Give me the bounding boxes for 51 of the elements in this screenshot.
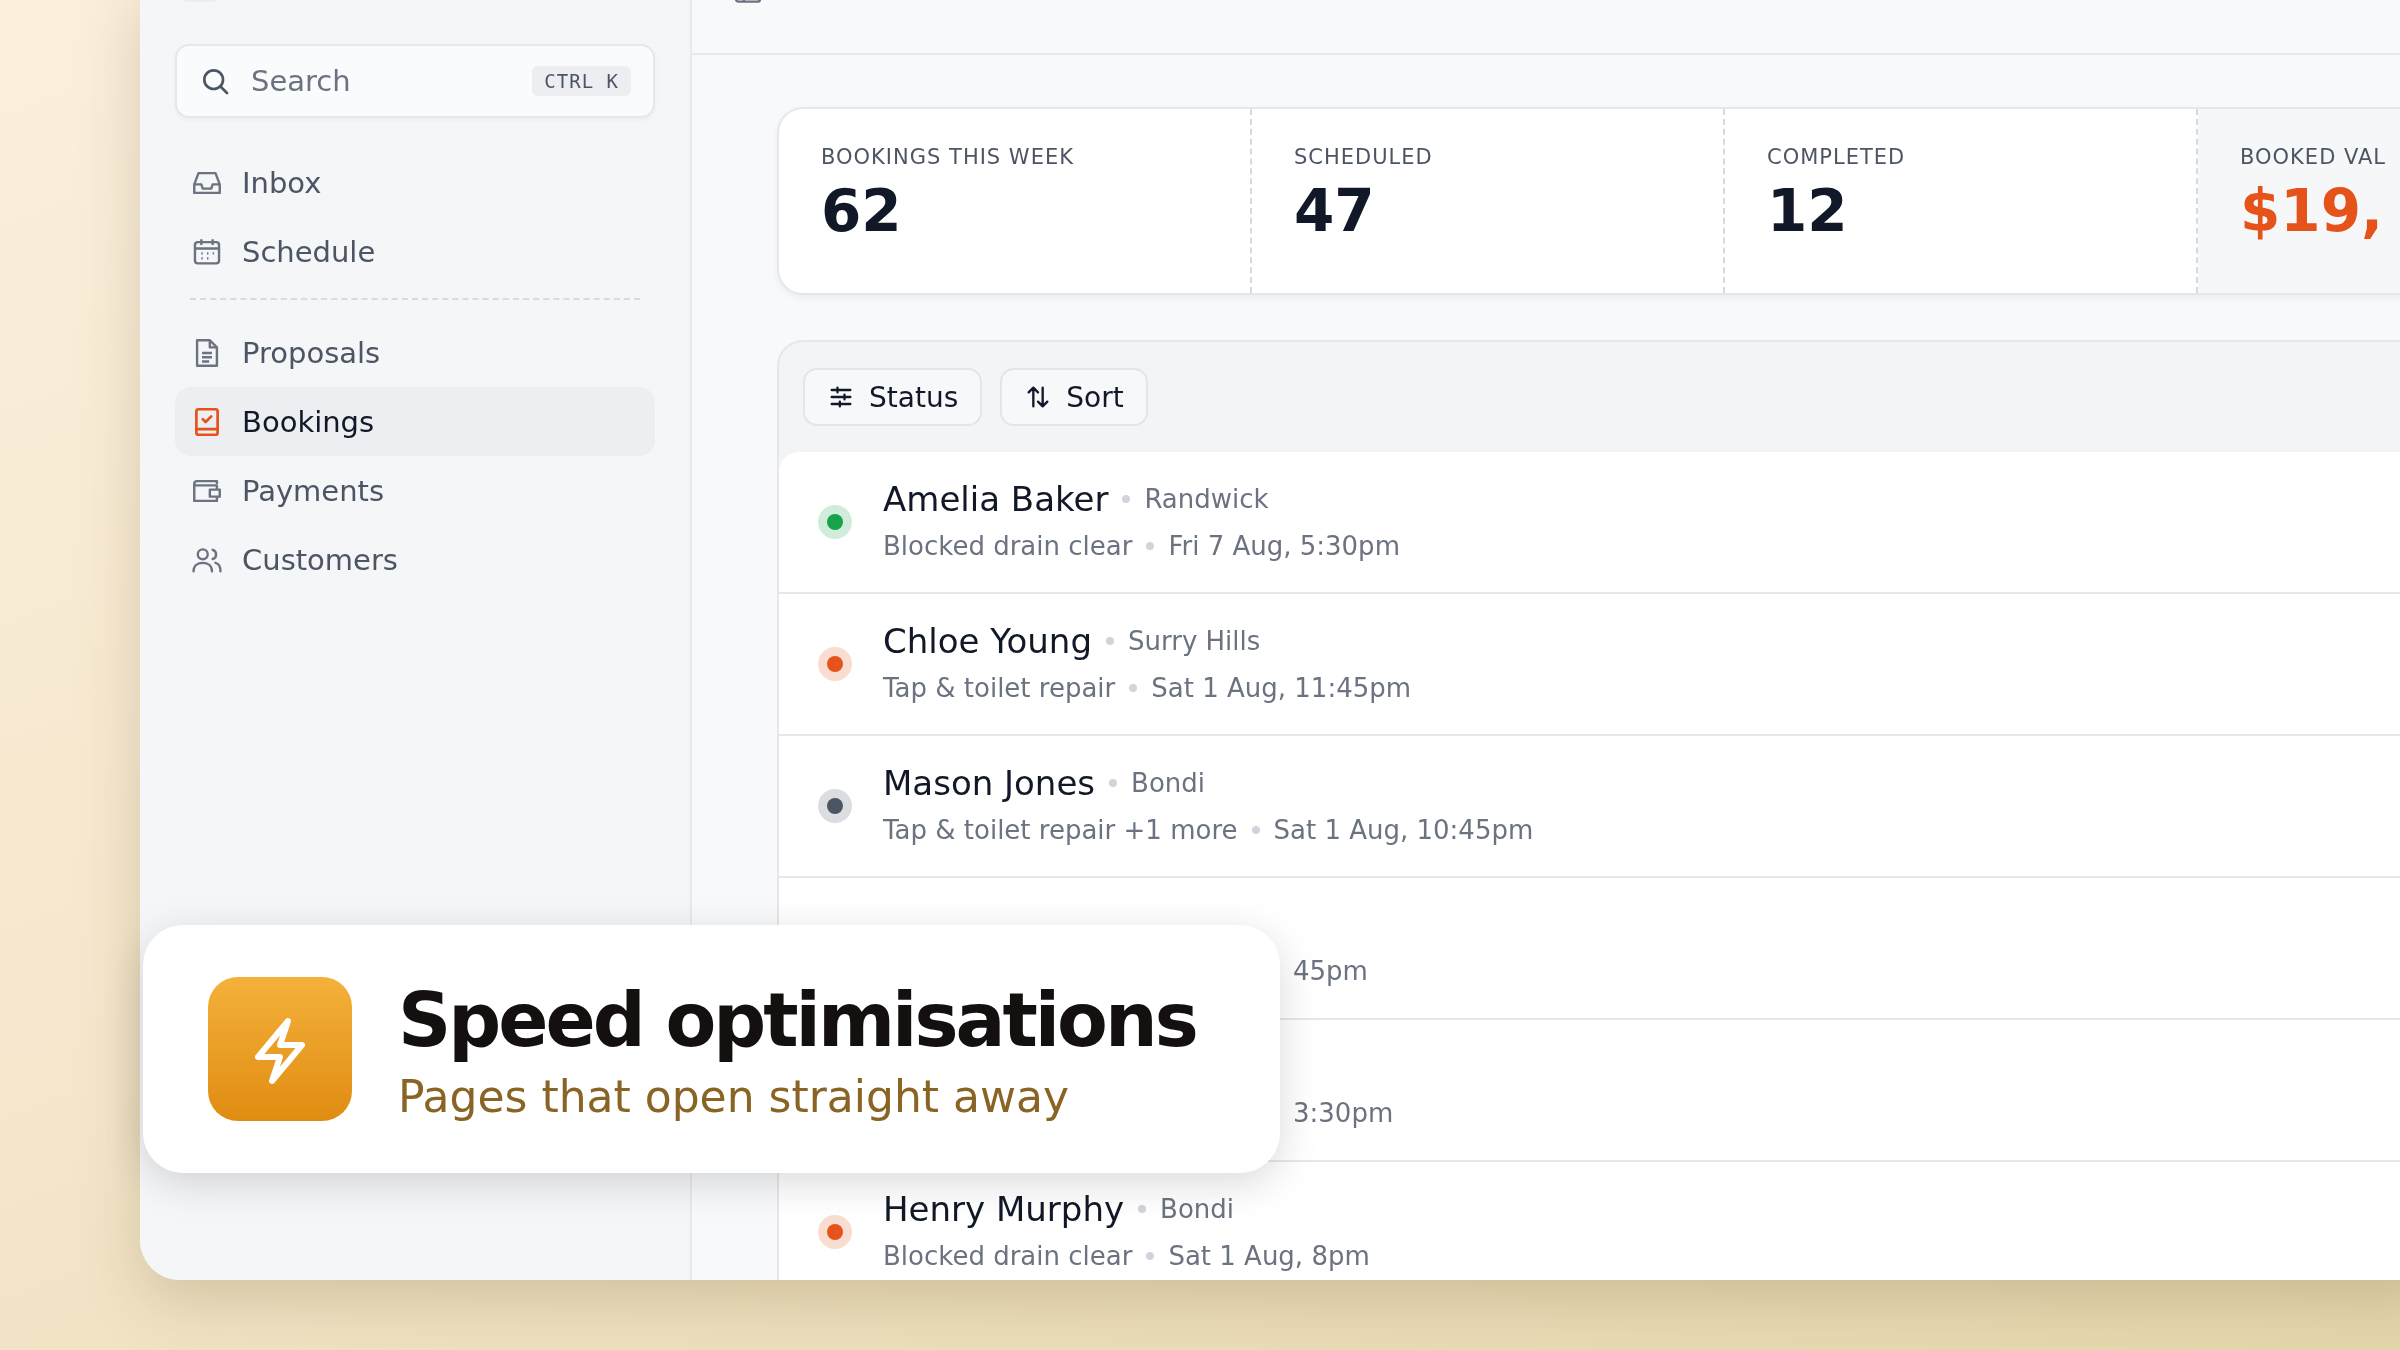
service-text: Blocked drain clear	[883, 531, 1133, 561]
nav-item[interactable]: Schedule	[175, 217, 655, 286]
separator-dot	[1122, 495, 1131, 503]
location-text: Randwick	[1144, 484, 1269, 514]
separator-dot	[1109, 779, 1118, 787]
separator-dot	[1129, 684, 1138, 692]
service-text: Blocked drain clear	[883, 1241, 1133, 1271]
location-text: Bondi	[1160, 1194, 1234, 1224]
time-text: 45pm	[1293, 956, 1368, 986]
nav-item[interactable]: Payments	[175, 456, 655, 525]
stat-value: $19,	[2240, 177, 2385, 245]
promo-title: Speed optimisations	[398, 976, 1196, 1063]
separator-dot	[1146, 542, 1155, 550]
time-text: Sat 1 Aug, 8pm	[1168, 1241, 1370, 1271]
stat-value: 12	[1767, 177, 1849, 245]
filter-button[interactable]: Status	[803, 368, 983, 426]
nav-item[interactable]: Inbox	[175, 148, 655, 217]
booking-row[interactable]: Amelia Baker Randwick Blocked drain clear Fri 7 Aug, 5:30pm	[779, 452, 2400, 594]
stat-label: COMPLETED	[1767, 145, 1907, 169]
customer-name: Amelia Baker	[883, 479, 1109, 519]
booking-row[interactable]: Chloe Young Surry Hills Tap & toilet repair Sat 1 Aug, 11:45pm	[779, 594, 2400, 736]
booking-row[interactable]: Mason Jones Bondi Tap & toilet repair +1 more Sat 1 Aug, 10:45pm	[779, 736, 2400, 878]
time-text: Fri 7 Aug, 5:30pm	[1168, 531, 1400, 561]
separator-dot	[1138, 1205, 1147, 1213]
location-text: Surry Hills	[1128, 626, 1261, 656]
time-text: Sat 1 Aug, 11:45pm	[1151, 673, 1412, 703]
shortcut-hint: CTRL K	[532, 66, 631, 96]
service-text: Tap & toilet repair	[883, 673, 1116, 703]
separator-dot	[1146, 1252, 1155, 1260]
customer-name: Chloe Young	[883, 621, 1092, 661]
stat-value: 47	[1294, 177, 1376, 245]
customer-name: Henry Murphy	[883, 1189, 1125, 1229]
location-text: Bondi	[1131, 768, 1205, 798]
separator-dot	[1251, 826, 1260, 834]
lightning-icon	[208, 977, 352, 1121]
time-text: Sat 1 Aug, 10:45pm	[1273, 815, 1534, 845]
nav-item[interactable]: Bookings	[175, 387, 655, 456]
stat-label: BOOKINGS THIS WEEK	[821, 145, 1075, 169]
search-bar[interactable]: Search CTRL K	[175, 44, 655, 118]
promo-subtitle: Pages that open straight away	[398, 1070, 1071, 1122]
search-input[interactable]: Search	[249, 63, 515, 99]
nav-item[interactable]: Proposals	[175, 318, 655, 387]
nav-item[interactable]: Customers	[175, 525, 655, 594]
customer-name: Mason Jones	[883, 763, 1096, 803]
service-text: Tap & toilet repair +1 more	[883, 815, 1238, 845]
stat-label: BOOKED VAL	[2240, 145, 2388, 169]
filter-button[interactable]: Sort	[1000, 368, 1148, 426]
stat-label: SCHEDULED	[1294, 145, 1434, 169]
stat-value: 62	[821, 177, 903, 245]
time-text: 3:30pm	[1293, 1098, 1394, 1128]
separator-dot	[1106, 637, 1114, 645]
